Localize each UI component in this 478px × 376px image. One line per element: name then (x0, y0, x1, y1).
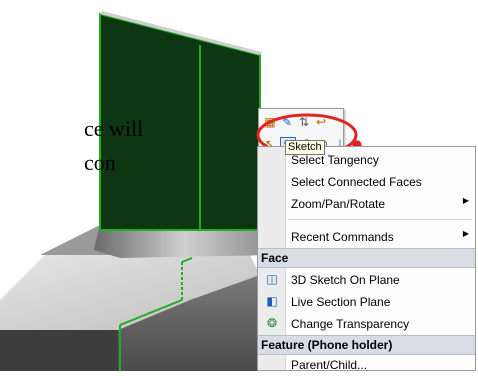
sketch-tooltip: Sketch (285, 140, 325, 155)
menu-section-label: Face (261, 251, 289, 265)
menu-item-label: Parent/Child... (291, 358, 368, 372)
menu-item-parent-child[interactable]: Parent/Child... (258, 354, 475, 376)
document-text-line-2: con (84, 150, 116, 175)
menu-item-label: Zoom/Pan/Rotate (291, 197, 386, 211)
menu-item-label: Select Connected Faces (291, 175, 422, 189)
menu-item-label: Change Transparency (291, 317, 410, 331)
menu-item-3d-sketch-on-plane[interactable]: ◫ 3D Sketch On Plane (258, 269, 475, 291)
live-section-icon: ◧ (266, 294, 278, 308)
menu-item-live-section-plane[interactable]: ◧ Live Section Plane (258, 291, 475, 313)
submenu-arrow-icon: ▶ (462, 196, 469, 205)
menu-item-label: 3D Sketch On Plane (291, 273, 400, 287)
menu-item-change-transparency[interactable]: ❂ Change Transparency (258, 313, 475, 335)
menu-item-recent-commands[interactable]: Recent Commands ▶ (258, 226, 475, 248)
submenu-arrow-icon: ▶ (462, 229, 469, 238)
base-left-face (0, 330, 118, 371)
3d-sketch-icon: ◫ (266, 272, 278, 286)
menu-item-label: Select Tangency (291, 153, 379, 167)
transparency-icon: ❂ (266, 316, 278, 330)
document-text-line-1: ce will (84, 116, 144, 141)
menu-separator (288, 219, 472, 220)
context-menu: Select Tangency Select Connected Faces Z… (257, 146, 476, 372)
menu-section-face: Face (258, 248, 475, 268)
menu-item-label: Recent Commands (291, 230, 394, 244)
menu-item-select-connected-faces[interactable]: Select Connected Faces (258, 171, 475, 193)
menu-section-feature: Feature (Phone holder) (258, 335, 475, 355)
menu-item-label: Live Section Plane (291, 295, 391, 309)
menu-section-label: Feature (Phone holder) (261, 338, 393, 352)
menu-item-zoom-pan-rotate[interactable]: Zoom/Pan/Rotate ▶ (258, 193, 475, 215)
